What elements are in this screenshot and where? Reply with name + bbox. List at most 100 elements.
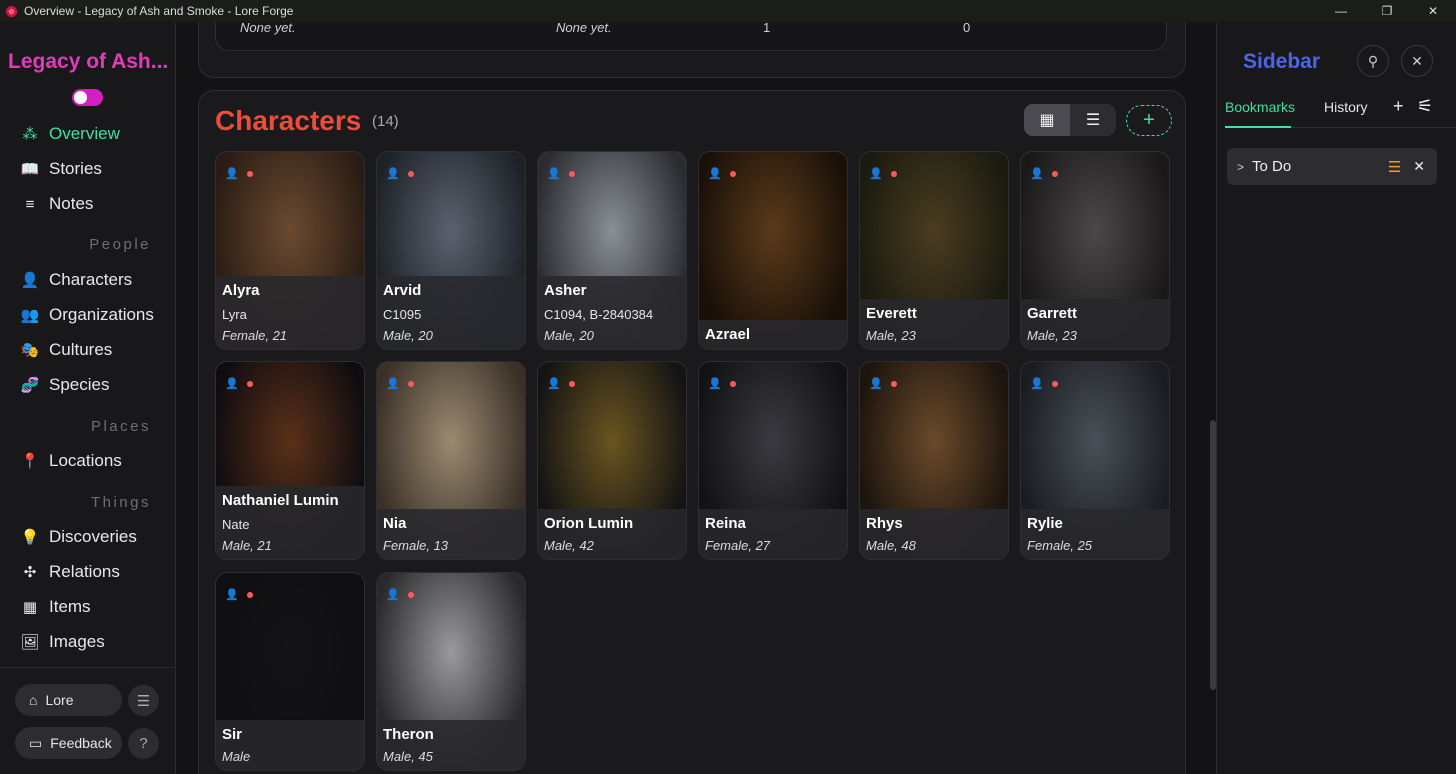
lore-button[interactable]: ⌂ Lore	[15, 684, 122, 716]
character-info: Male, 48	[866, 538, 916, 553]
add-character-button[interactable]: +	[1126, 105, 1172, 136]
nav-item-stories[interactable]: 📖 Stories	[20, 157, 102, 181]
character-info: Male, 42	[544, 538, 594, 553]
section-things: Things	[90, 494, 151, 511]
summary-table: None yet. None yet. 1 0	[215, 22, 1167, 51]
add-bookmark-icon[interactable]: +	[1393, 96, 1404, 117]
chevron-right-icon[interactable]: >	[1237, 160, 1244, 174]
character-card[interactable]: 👤 Arvid C1095 Male, 20	[376, 151, 526, 350]
nav-item-locations[interactable]: 📍 Locations	[20, 449, 122, 473]
person-icon: 👤	[547, 167, 561, 180]
character-card[interactable]: 👤 Rylie Female, 25	[1020, 361, 1170, 560]
restore-icon[interactable]: ❐	[1364, 0, 1410, 22]
person-icon: 👤	[869, 377, 883, 390]
nav-item-species[interactable]: 🧬 Species	[20, 373, 110, 397]
person-icon: 👤	[225, 167, 239, 180]
character-name: Rylie	[1027, 515, 1063, 532]
character-name: Arvid	[383, 282, 422, 299]
tab-history[interactable]: History	[1324, 99, 1368, 115]
settings-sliders-icon[interactable]: ⚟	[1417, 96, 1433, 117]
nav-item-label: Cultures	[49, 340, 113, 359]
character-alias: Nate	[222, 517, 250, 532]
nav-item-cultures[interactable]: 🎭 Cultures	[20, 338, 113, 362]
theme-toggle[interactable]	[72, 89, 103, 106]
feedback-label: Feedback	[50, 735, 112, 751]
nav-item-organizations[interactable]: 👥 Organizations	[20, 303, 154, 327]
close-icon: ✕	[1411, 52, 1423, 69]
project-title[interactable]: Legacy of Ash...	[8, 50, 168, 74]
status-dot	[891, 171, 897, 177]
nav-item-characters[interactable]: 👤 Characters	[20, 268, 132, 292]
masks-icon: 🎭	[20, 342, 40, 359]
characters-heading[interactable]: Characters	[215, 105, 361, 137]
character-info: Male, 45	[383, 749, 433, 764]
nav-item-relations[interactable]: ✣ Relations	[20, 560, 120, 584]
nav-item-label: Stories	[49, 159, 102, 178]
tab-bookmarks[interactable]: Bookmarks	[1225, 99, 1295, 115]
view-mode-toggle: ▦ ☰	[1024, 104, 1116, 136]
character-card[interactable]: 👤 Asher C1094, B-2840384 Male, 20	[537, 151, 687, 350]
lore-label: Lore	[45, 692, 74, 708]
sidebar-close-button[interactable]: ✕	[1401, 45, 1433, 77]
notes-lines-icon: ☰	[1387, 158, 1402, 176]
book-icon: 📖	[20, 161, 40, 178]
character-card[interactable]: 👤 Sir Male	[215, 572, 365, 771]
grid-view-icon[interactable]: ▦	[1024, 104, 1070, 136]
character-name: Garrett	[1027, 305, 1078, 322]
character-card[interactable]: 👤 Orion Lumin Male, 42	[537, 361, 687, 560]
nav-item-discoveries[interactable]: 💡 Discoveries	[20, 525, 137, 549]
character-info: Male, 20	[544, 328, 594, 343]
character-card[interactable]: 👤 Alyra Lyra Female, 21	[215, 151, 365, 350]
character-card[interactable]: 👤 Nia Female, 13	[376, 361, 526, 560]
nav-item-label: Locations	[49, 451, 122, 470]
person-icon: 👤	[869, 167, 883, 180]
character-card[interactable]: 👤 Reina Female, 27	[698, 361, 848, 560]
character-card[interactable]: 👤 Nathaniel Lumin Nate Male, 21	[215, 361, 365, 560]
nav-item-images[interactable]: 🖼 Images	[20, 630, 105, 654]
character-info: Male	[222, 749, 251, 764]
character-name: Everett	[866, 305, 917, 322]
status-dot	[408, 592, 414, 598]
person-icon: 👤	[20, 272, 40, 289]
overview-summary-card: None yet. None yet. 1 0	[198, 22, 1186, 78]
comment-icon: ▭	[29, 734, 43, 751]
status-dot	[569, 381, 575, 387]
status-dot	[408, 171, 414, 177]
list-view-icon[interactable]: ☰	[1070, 104, 1116, 136]
character-card[interactable]: 👤 Everett Male, 23	[859, 151, 1009, 350]
nav-item-label: Overview	[49, 124, 120, 143]
character-card[interactable]: 👤 Rhys Male, 48	[859, 361, 1009, 560]
feedback-button[interactable]: ▭ Feedback	[15, 727, 122, 759]
nav-item-label: Images	[49, 632, 105, 651]
nav-item-label: Discoveries	[49, 527, 137, 546]
person-icon: 👤	[708, 377, 722, 390]
character-card[interactable]: 👤 Azrael	[698, 151, 848, 350]
status-dot	[891, 381, 897, 387]
character-card[interactable]: 👤 Theron Male, 45	[376, 572, 526, 771]
nav-item-overview[interactable]: ⁂ Overview	[20, 122, 120, 146]
bookmark-item[interactable]: > To Do ☰ ✕	[1227, 148, 1437, 185]
minimize-icon[interactable]: —	[1318, 0, 1364, 22]
person-icon: 👤	[225, 377, 239, 390]
remove-bookmark-icon[interactable]: ✕	[1413, 158, 1425, 175]
close-window-icon[interactable]: ✕	[1410, 0, 1456, 22]
character-card[interactable]: 👤 Garrett Male, 23	[1020, 151, 1170, 350]
status-dot	[1052, 171, 1058, 177]
status-dot	[247, 381, 253, 387]
character-name: Sir	[222, 726, 243, 743]
overview-icon: ⁂	[22, 126, 38, 143]
pin-icon: 📍	[20, 453, 40, 470]
list-toggle-button[interactable]: ☰	[128, 685, 159, 716]
person-icon: 👤	[386, 377, 400, 390]
home-icon: ⌂	[29, 692, 38, 708]
sidebar-search-button[interactable]: ⚲	[1357, 45, 1389, 77]
section-places: Places	[90, 418, 151, 435]
summary-cell: 1	[763, 22, 771, 35]
lore-forge-logo-icon	[5, 4, 18, 18]
nav-item-items[interactable]: ▦ Items	[20, 595, 91, 619]
character-meta: Rhys Male, 48	[860, 509, 1008, 559]
nav-item-notes[interactable]: ≡ Notes	[20, 192, 94, 216]
nav-item-label: Items	[49, 597, 91, 616]
character-name: Alyra	[222, 282, 260, 299]
help-button[interactable]: ?	[128, 728, 159, 759]
